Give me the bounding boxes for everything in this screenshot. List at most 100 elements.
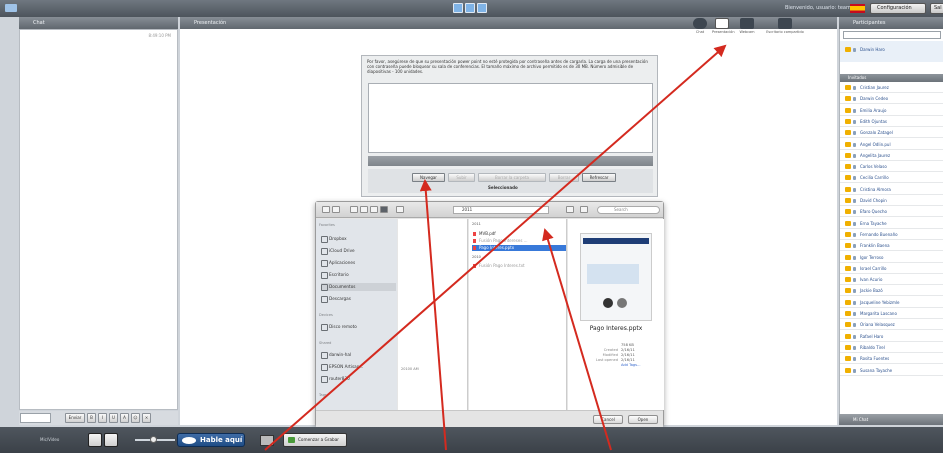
toolbar-presentation[interactable]: Presentación [712,18,735,34]
record-icon[interactable] [260,435,274,446]
config-button[interactable]: Configuración [870,3,926,14]
sidebar-item-apps[interactable]: Aplicaciones [321,259,396,267]
participant-row[interactable]: Margarita Lascano [840,309,943,319]
forward-icon[interactable] [332,206,340,213]
tag-icon[interactable] [580,206,588,213]
list-view-icon[interactable] [360,206,368,213]
upload-file-list[interactable] [368,83,653,153]
sidebar-item-desktop[interactable]: Escritorio [321,271,396,279]
participant-row[interactable]: Fernando Buenaño [840,230,943,240]
chat-italic-icon[interactable]: I [98,413,107,423]
start-recording-button[interactable]: Comenzar a Grabar [283,433,347,447]
participant-row[interactable]: Ribaldo Tirel [840,343,943,353]
participant-name: Margarita Lascano [860,311,897,316]
refresh-button[interactable]: Refrescar [582,173,616,182]
participant-row[interactable]: Cristina Almora [840,185,943,195]
sidebar-item-router[interactable]: router830 [321,375,396,383]
language-flag-icon[interactable] [850,4,865,13]
participants-group-header[interactable]: Invitados [840,74,943,82]
participant-row[interactable]: Susana Tayache [840,366,943,376]
participant-row[interactable]: Jacqueline Yebizmle [840,298,943,308]
upload-dialog: Por favor, asegúrese de que su presentac… [361,55,658,197]
mic-icon [853,48,856,52]
mic-icon [853,199,856,203]
file-item[interactable]: MVB.pdf [472,231,566,237]
add-tags-link[interactable]: Add Tags... [621,363,640,367]
share-icon[interactable] [566,206,574,213]
sidebar-item-epson[interactable]: EPSON Artisan... [321,363,396,371]
participant-row[interactable]: Rafael Haro [840,332,943,342]
participant-row[interactable]: Darwin Cedeo [840,94,943,105]
participant-row[interactable]: Carlos Velaso [840,162,943,173]
participant-row[interactable]: Angel Odlin.pul [840,140,943,150]
chat-emoji-icon[interactable]: ☺ [131,413,140,423]
open-button[interactable]: Open [628,415,658,424]
chat-bold-icon[interactable]: B [87,413,96,423]
participant-row[interactable]: Cecilia Carrillo [840,173,943,184]
mic-icon [853,131,856,136]
sidebar-item-documents[interactable]: Documentos [321,283,396,291]
layout-3-icon[interactable] [477,3,487,13]
participant-row[interactable]: Jackie Bazó [840,286,943,297]
cancel-button[interactable]: Cancel [593,415,623,424]
sidebar-item-darwin[interactable]: darwin-hal [321,351,396,359]
mic-icon [853,289,856,294]
toolbar-desktop-share[interactable]: Escritorio compartido [765,18,805,34]
sidebar-item-downloads[interactable]: Descargas [321,295,396,303]
sidebar-item-dropbox[interactable]: Dropbox [321,235,396,243]
participant-row[interactable]: Igor Terroso [840,253,943,263]
toolbar-chat[interactable]: Chat [690,18,710,34]
participant-row[interactable]: Angelita Jaurez [840,151,943,161]
toolbar-webcam[interactable]: Webcam [737,18,757,34]
coverflow-view-icon[interactable] [380,206,388,213]
browse-button[interactable]: Navegar [412,173,445,182]
participant-name: Emilia Araujo [860,107,887,113]
delete-folder-button[interactable]: Borrar la carpeta [478,173,546,182]
search-field[interactable]: Search [597,206,660,214]
participant-row[interactable]: Cristian Jaurez [840,83,943,93]
participant-row[interactable]: Edith Ojuntas [840,117,943,127]
file-column-2[interactable]: 2011 MVB.pdf Fusión Pago Intereses ... P… [469,219,567,410]
participant-row[interactable]: Rosita Fuentes [840,354,943,365]
participant-row[interactable]: Israel Carrillo [840,264,943,274]
column-view-icon[interactable] [370,206,378,213]
file-item-selected[interactable]: Pago Interes.pptx [472,245,566,251]
volume-slider-handle[interactable] [150,436,157,443]
sidebar-item-remote-disk[interactable]: Disco remoto [321,323,396,331]
chat-underline-icon[interactable]: U [109,413,118,423]
participants-search-input[interactable] [843,31,941,39]
chat-log[interactable]: 8:49:10 PM [19,29,178,410]
webcam-toggle-icon[interactable] [104,433,118,447]
participant-row[interactable]: Franklin Baena [840,241,943,252]
back-icon[interactable] [322,206,330,213]
current-user[interactable]: Darwin Haro [840,45,943,55]
layout-2-icon[interactable] [465,3,475,13]
talk-here-button[interactable]: Hable aquí [177,433,245,447]
chat-color-icon[interactable]: A [120,413,129,423]
delete-button[interactable]: Borrar [549,173,579,182]
participants-footer[interactable]: Mi Chat [839,414,943,425]
participant-row[interactable]: David Chopin [840,196,943,206]
sidebar-item-icloud[interactable]: iCloud Drive [321,247,396,255]
file-item[interactable]: Fusión Pago Intereses ... [472,238,566,244]
arrange-icon[interactable] [396,206,404,213]
exit-button[interactable]: Sal [930,3,943,14]
chat-message-input[interactable] [20,413,51,423]
participant-row[interactable]: Oriana Velasquez [840,320,943,331]
participant-row[interactable]: Efaro Quecho [840,207,943,218]
file-column-1[interactable]: 20100 AM [398,219,468,410]
folder-select[interactable]: 2011 [453,206,549,214]
upload-button[interactable]: Subir [448,173,475,182]
participant-row[interactable]: Ivan Acurio [840,275,943,286]
chat-clear-icon[interactable]: × [142,413,151,423]
meta-add-tags[interactable]: Add Tags... [592,363,664,368]
mic-icon [853,368,856,373]
participant-row[interactable]: Emilia Araujo [840,106,943,116]
chat-send-button[interactable]: Enviar [65,413,85,423]
icon-view-icon[interactable] [350,206,358,213]
participant-row[interactable]: Erna Tayache [840,219,943,229]
layout-1-icon[interactable] [453,3,463,13]
file-item[interactable]: Fusión Pago Interes.txt [472,263,566,269]
microphone-icon[interactable] [88,433,102,447]
participant-row[interactable]: Gonzalo Zatagel [840,128,943,139]
